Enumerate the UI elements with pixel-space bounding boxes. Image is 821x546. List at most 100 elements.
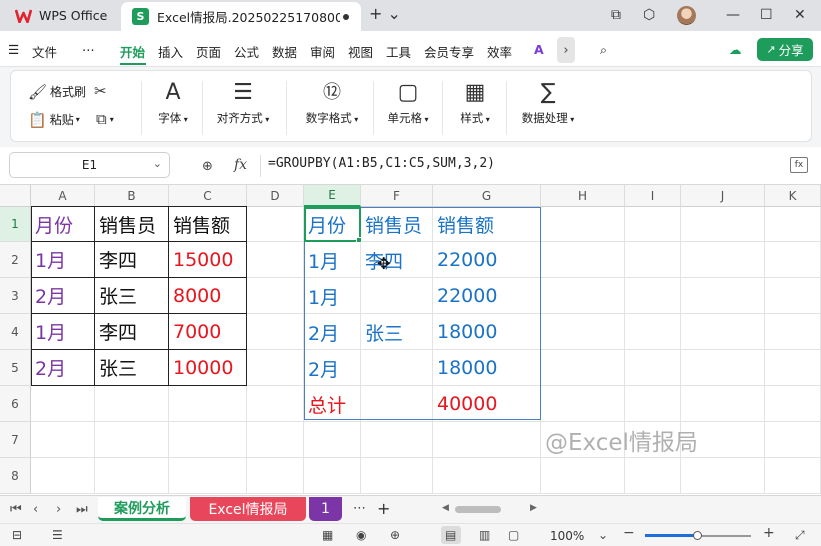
menu-more-dots[interactable]: ⋯ — [82, 42, 95, 57]
avatar[interactable] — [677, 6, 696, 25]
zoom-slider-knob[interactable] — [693, 531, 702, 540]
row-header[interactable]: 8 — [0, 458, 31, 494]
copy-button[interactable]: ⧉ ▾ — [96, 111, 114, 127]
horizontal-scrollbar[interactable] — [455, 506, 501, 513]
styles-button[interactable]: ▦ 样式 ▾ — [448, 79, 502, 126]
column-header[interactable]: B — [95, 185, 169, 207]
page-break-icon[interactable]: ▢ — [508, 528, 519, 542]
row-header[interactable]: 4 — [0, 314, 31, 350]
column-header[interactable]: F — [361, 185, 433, 207]
cell[interactable]: 月份 — [304, 207, 361, 242]
cell[interactable]: 1月 — [31, 242, 95, 278]
unsaved-dot-icon[interactable] — [343, 14, 349, 20]
calc-icon[interactable]: ▦ — [322, 528, 333, 542]
menu-insert[interactable]: 插入 — [158, 42, 183, 61]
cell[interactable]: 李四 — [95, 242, 169, 278]
cell[interactable]: 2月 — [304, 350, 361, 386]
column-header[interactable]: J — [681, 185, 765, 207]
maximize-icon[interactable]: ☐ — [760, 6, 773, 24]
sheet-tab-1[interactable]: 1 — [309, 497, 342, 521]
locate-icon[interactable]: ⊕ — [390, 528, 400, 542]
cell[interactable]: 18000 — [433, 350, 541, 386]
cell[interactable]: 张三 — [95, 350, 169, 386]
zoom-formula-icon[interactable]: ⊕ — [202, 159, 213, 174]
number-format-button[interactable]: ⑫ 数字格式 ▾ — [294, 79, 370, 126]
row-header[interactable]: 6 — [0, 386, 31, 422]
cell[interactable]: 张三 — [361, 314, 433, 350]
row-header[interactable]: 1 — [0, 207, 31, 242]
cloud-sync-icon[interactable]: ☁ — [729, 42, 742, 57]
fullscreen-icon[interactable]: ⤢ — [795, 528, 805, 543]
cut-button[interactable]: ✂ — [94, 83, 110, 99]
cell[interactable]: 1月 — [31, 314, 95, 350]
menu-view[interactable]: 视图 — [348, 42, 373, 61]
cell[interactable]: 10000 — [169, 350, 247, 386]
cell[interactable]: 销售额 — [433, 207, 541, 242]
cell[interactable]: 月份 — [31, 207, 95, 242]
cell[interactable]: 销售员 — [95, 207, 169, 242]
row-header[interactable]: 3 — [0, 278, 31, 314]
menu-tools[interactable]: 工具 — [386, 42, 411, 61]
scroll-right-icon[interactable]: ▶ — [530, 503, 537, 513]
row-header[interactable]: 5 — [0, 350, 31, 386]
cell[interactable]: 李四 — [95, 314, 169, 350]
cell[interactable]: 总计 — [304, 386, 361, 422]
chevron-down-icon[interactable]: ⌄ — [153, 157, 162, 170]
column-header[interactable]: H — [541, 185, 625, 207]
menu-member[interactable]: 会员专享 — [424, 42, 474, 61]
cell[interactable]: 1月 — [304, 278, 361, 314]
last-sheet-icon[interactable]: ⏭ — [76, 502, 88, 517]
paste-button[interactable]: 📋 粘贴 ▾ — [28, 111, 80, 128]
eye-icon[interactable]: ◉ — [356, 528, 366, 542]
row-header[interactable]: 2 — [0, 242, 31, 278]
close-icon[interactable]: ✕ — [794, 6, 806, 24]
zoom-dropdown-icon[interactable]: ⌄ — [598, 528, 608, 542]
next-sheet-icon[interactable]: › — [56, 502, 61, 517]
cell[interactable]: 张三 — [95, 278, 169, 314]
cell[interactable]: 8000 — [169, 278, 247, 314]
data-processing-button[interactable]: ∑ 数据处理 ▾ — [514, 79, 582, 126]
column-header[interactable]: A — [31, 185, 95, 207]
menu-efficiency[interactable]: 效率 — [487, 42, 512, 61]
new-tab-button[interactable]: + ⌄ — [369, 5, 401, 23]
column-header[interactable]: E — [304, 185, 361, 207]
cell[interactable]: 40000 — [433, 386, 541, 422]
cell[interactable]: 18000 — [433, 314, 541, 350]
first-sheet-icon[interactable]: ⏮ — [10, 502, 22, 517]
cell[interactable]: 22000 — [433, 278, 541, 314]
column-header[interactable]: K — [765, 185, 821, 207]
cells-button[interactable]: ▢ 单元格 ▾ — [380, 79, 436, 126]
add-sheet-button[interactable]: + — [377, 499, 390, 518]
macro-icon[interactable]: ⊟ — [12, 528, 22, 542]
sheet-tab-analysis[interactable]: 案例分析 — [98, 497, 186, 521]
row-header[interactable]: 7 — [0, 422, 31, 458]
select-all-corner[interactable] — [0, 185, 31, 207]
cell[interactable] — [361, 350, 433, 386]
menu-home[interactable]: 开始 — [120, 42, 145, 61]
cell[interactable]: 15000 — [169, 242, 247, 278]
font-button[interactable]: A 字体 ▾ — [148, 79, 198, 126]
cell[interactable]: 2月 — [31, 350, 95, 386]
fill-handle[interactable] — [356, 237, 362, 243]
menu-icon[interactable]: ☰ — [8, 42, 19, 57]
cell[interactable]: 李四 — [361, 242, 433, 278]
sheet-list-icon[interactable]: ☰ — [52, 528, 63, 542]
cell[interactable]: 2月 — [31, 278, 95, 314]
column-header[interactable]: D — [247, 185, 304, 207]
document-tab[interactable]: S Excel情报局.202502251708001 — [121, 2, 361, 31]
prev-sheet-icon[interactable]: ‹ — [33, 502, 38, 517]
cell[interactable]: 销售员 — [361, 207, 433, 242]
share-button[interactable]: ↗ 分享 — [757, 38, 813, 61]
ai-icon[interactable]: A — [534, 42, 544, 57]
cell[interactable] — [361, 278, 433, 314]
cell[interactable]: 7000 — [169, 314, 247, 350]
menu-formula[interactable]: 公式 — [234, 42, 259, 61]
menu-file[interactable]: 文件 — [32, 42, 57, 61]
menu-scroll-right-button[interactable]: › — [557, 37, 575, 63]
zoom-in-icon[interactable]: + — [763, 525, 775, 541]
cell[interactable]: 22000 — [433, 242, 541, 278]
zoom-level[interactable]: 100% — [550, 529, 584, 543]
sheet-tab-excel[interactable]: Excel情报局 — [190, 497, 306, 521]
menu-page[interactable]: 页面 — [196, 42, 221, 61]
expand-formula-icon[interactable]: fx — [790, 157, 808, 173]
